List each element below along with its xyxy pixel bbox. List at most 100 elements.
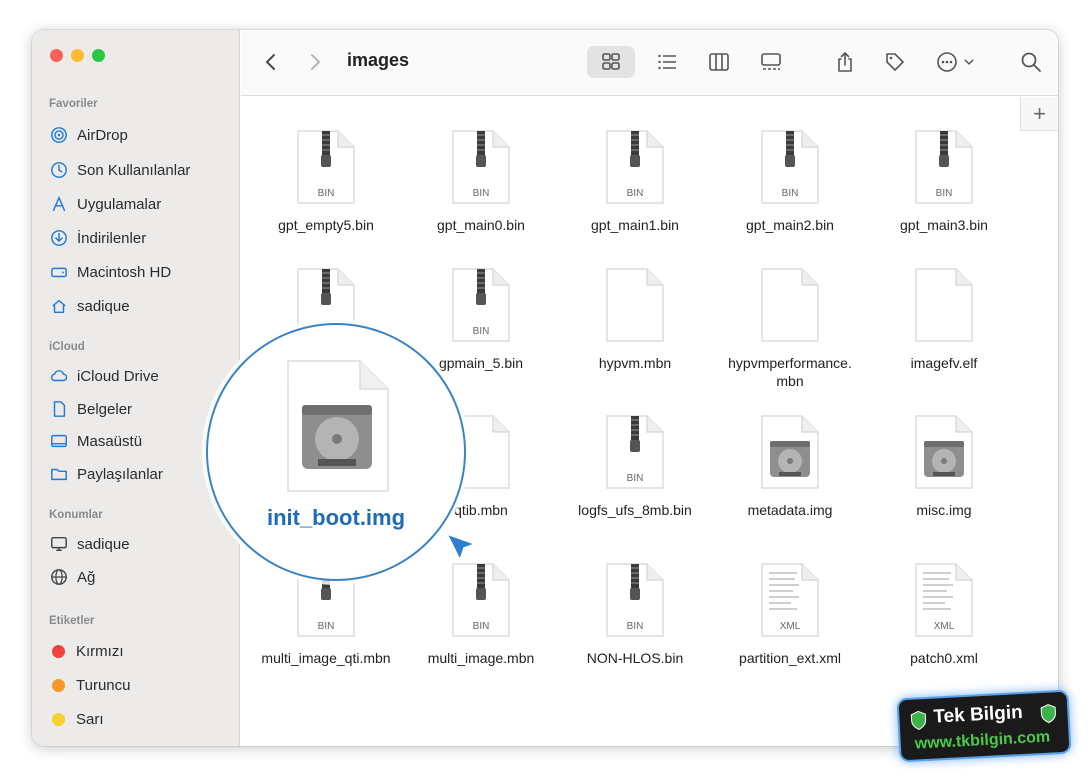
file-item[interactable]: misc.img <box>869 415 1019 519</box>
shared-folder-icon <box>49 464 69 484</box>
chevron-left-icon <box>266 54 275 70</box>
sidebar-item-recents[interactable]: Son Kullanılanlar <box>49 156 235 184</box>
sidebar-item-label: Son Kullanılanlar <box>77 161 191 179</box>
file-name: gpt_empty5.bin <box>278 217 374 233</box>
search-icon <box>1021 52 1041 72</box>
file-type-label: BIN <box>627 621 644 632</box>
column-view-button[interactable] <box>701 46 737 78</box>
file-item[interactable]: hypvm.mbn <box>560 268 710 372</box>
sidebar-item-icloud-drive[interactable]: iCloud Drive <box>49 362 235 390</box>
file-name: metadata.img <box>747 502 833 518</box>
file-type-label: BIN <box>782 188 799 199</box>
watermark-title: Tek Bilgin <box>932 701 1024 728</box>
folder-title: images <box>347 50 410 70</box>
sidebar-item-label: Sarı <box>76 710 104 728</box>
sidebar-item-label: İndirilenler <box>77 229 147 247</box>
file-type-label: BIN <box>627 473 644 484</box>
minimize-button[interactable] <box>71 49 84 62</box>
sidebar-item-home[interactable]: sadique <box>49 292 235 320</box>
clock-icon <box>49 160 69 180</box>
globe-icon <box>49 567 69 587</box>
file-item[interactable]: imagefv.elf <box>869 268 1019 372</box>
computer-icon <box>49 534 69 554</box>
download-icon <box>49 228 69 248</box>
sidebar-item-label: Belgeler <box>77 400 133 418</box>
file-item[interactable]: BIN gpt_main3.bin <box>869 130 1019 234</box>
sidebar-item-tag-orange[interactable]: Turuncu <box>49 671 235 699</box>
share-button[interactable] <box>827 46 863 78</box>
gallery-view-icon <box>761 53 781 70</box>
zoom-button[interactable] <box>92 49 105 62</box>
sidebar-item-network[interactable]: Ağ <box>49 563 235 591</box>
file-item[interactable]: BIN gpt_main1.bin <box>560 130 710 234</box>
chevron-down-icon <box>964 59 974 65</box>
list-view-button[interactable] <box>649 46 685 78</box>
blank-file-icon <box>761 268 819 342</box>
sidebar-item-applications[interactable]: Uygulamalar <box>49 190 235 218</box>
file-name: partition_ext.xml <box>739 650 841 666</box>
file-type-label: BIN <box>627 188 644 199</box>
watermark-badge: Tek Bilgin www.tkbilgin.com <box>896 689 1072 763</box>
tag-color-dot <box>52 644 65 658</box>
file-name: NON-HLOS.bin <box>586 650 684 666</box>
chevron-right-icon <box>311 54 320 70</box>
file-name: hypvm.mbn <box>598 355 672 371</box>
file-name: gpt_main1.bin <box>591 217 679 233</box>
sidebar-item-label: Paylaşılanlar <box>77 465 163 483</box>
file-name: multi_image_qti.mbn <box>261 650 391 666</box>
file-name: misc.img <box>916 502 972 518</box>
file-item[interactable]: BIN NON-HLOS.bin <box>560 563 710 667</box>
sidebar-item-macintosh-hd[interactable]: Macintosh HD <box>49 258 235 286</box>
file-item[interactable]: BIN gpt_empty5.bin <box>251 130 401 234</box>
column-view-icon <box>709 53 729 71</box>
file-item[interactable]: hypvmperformance. mbn <box>715 268 865 390</box>
list-view-icon <box>658 54 676 70</box>
archive-file-icon: BIN <box>606 415 664 489</box>
magnifier-callout: init_boot.img <box>206 323 466 581</box>
file-item[interactable]: BIN gpmain_5.bin <box>406 268 556 372</box>
file-item[interactable]: XML partition_ext.xml <box>715 563 865 667</box>
back-button[interactable] <box>259 46 283 78</box>
watermark-url: www.tkbilgin.com <box>914 728 1051 753</box>
file-name: gpt_main3.bin <box>900 217 988 233</box>
archive-file-icon: BIN <box>606 563 664 637</box>
sidebar-item-label: Masaüstü <box>77 432 143 450</box>
sidebar-item-tag-yellow[interactable]: Sarı <box>49 705 235 733</box>
section-label-favorites: Favoriler <box>49 98 98 110</box>
sidebar-item-label: Ağ <box>77 568 96 586</box>
sidebar-item-downloads[interactable]: İndirilenler <box>49 224 235 252</box>
sidebar-item-computer[interactable]: sadique <box>49 530 235 558</box>
archive-file-icon: BIN <box>452 130 510 204</box>
shield-icon <box>1040 704 1056 724</box>
tag-button[interactable] <box>877 46 913 78</box>
close-button[interactable] <box>50 49 63 62</box>
file-item[interactable]: BIN multi_image.mbn <box>406 563 556 667</box>
forward-button[interactable] <box>303 46 327 78</box>
file-name: hypvmperformance. mbn <box>728 355 852 389</box>
file-item[interactable]: metadata.img <box>715 415 865 519</box>
file-item[interactable]: BIN logfs_ufs_8mb.bin <box>560 415 710 519</box>
file-type-label: BIN <box>473 188 490 199</box>
sidebar: Favoriler AirDrop Son Kullanılanlar Uygu… <box>32 30 240 746</box>
more-actions-button[interactable] <box>931 46 981 78</box>
sidebar-item-documents[interactable]: Belgeler <box>49 395 235 423</box>
sidebar-item-label: Kırmızı <box>76 642 124 660</box>
sidebar-item-label: Turuncu <box>76 676 131 694</box>
gallery-view-button[interactable] <box>753 46 789 78</box>
home-icon <box>49 296 69 316</box>
icon-view-button[interactable] <box>587 46 635 78</box>
file-item[interactable]: BIN gpt_main0.bin <box>406 130 556 234</box>
file-item[interactable]: XML patch0.xml <box>869 563 1019 667</box>
finder-window: Favoriler AirDrop Son Kullanılanlar Uygu… <box>32 30 1058 746</box>
archive-file-icon: BIN <box>452 268 510 342</box>
disk-image-icon <box>761 415 819 489</box>
file-type-label: BIN <box>473 621 490 632</box>
search-button[interactable] <box>1013 46 1049 78</box>
cursor-arrow-icon <box>446 533 476 561</box>
sidebar-item-label: AirDrop <box>77 126 128 144</box>
file-type-label: BIN <box>473 326 490 337</box>
file-item[interactable]: BIN gpt_main2.bin <box>715 130 865 234</box>
file-type-label: BIN <box>936 188 953 199</box>
sidebar-item-airdrop[interactable]: AirDrop <box>49 121 235 149</box>
sidebar-item-tag-red[interactable]: Kırmızı <box>49 637 235 665</box>
